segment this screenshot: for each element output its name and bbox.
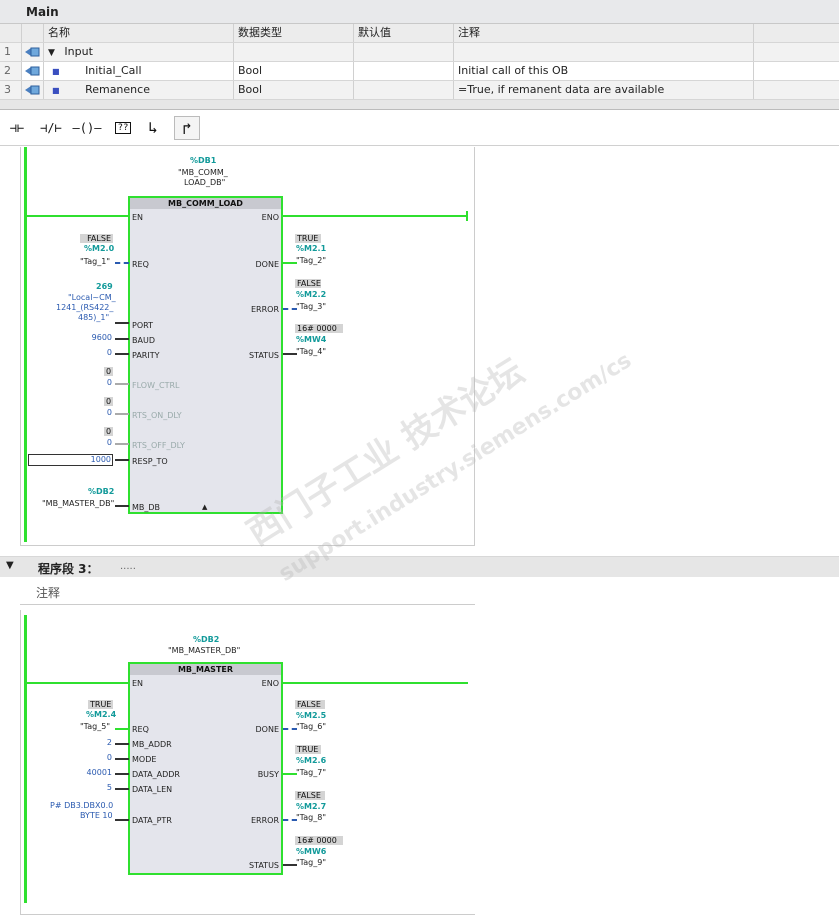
instance-db-name: "MB_MASTER_DB" (168, 646, 241, 655)
column-header-datatype[interactable]: 数据类型 (234, 24, 354, 42)
req-tag[interactable]: "Tag_5" (80, 722, 110, 731)
row-number: 1 (0, 43, 22, 61)
table-header-row: 名称 数据类型 默认值 注释 (0, 24, 839, 43)
block-title: Main (26, 5, 59, 19)
empty-box-button[interactable]: ?? (110, 116, 136, 140)
table-row[interactable]: 2 ■ Initial_Call Bool ≣ Initial call of … (0, 62, 839, 140)
network-3-header[interactable]: ▼ 程序段 3： ..... (0, 556, 839, 577)
mb-db-tag[interactable]: "MB_MASTER_DB" (42, 499, 114, 508)
row-number: 3 (0, 81, 22, 99)
interface-icon (25, 47, 40, 57)
done-tag[interactable]: "Tag_2" (296, 256, 326, 265)
close-branch-button[interactable]: ↱ (174, 116, 200, 140)
power-rail (24, 615, 27, 903)
block-title: MB_COMM_LOAD (130, 198, 281, 209)
parameter-comment[interactable]: =True, if remanent data are available (454, 81, 754, 99)
column-header-default[interactable]: 默认值 (354, 24, 454, 42)
done-tag[interactable]: "Tag_6" (296, 722, 326, 731)
mb-comm-load-block[interactable]: MB_COMM_LOAD EN ENO REQ PORT BAUD PARITY… (128, 196, 283, 514)
parameter-type[interactable]: Bool (234, 62, 354, 80)
mb-db-address: %DB2 (88, 487, 115, 496)
nc-contact-button[interactable]: ⊣/⊢ (38, 116, 64, 140)
power-rail (24, 147, 27, 542)
instance-db-address: %DB1 (190, 156, 217, 165)
coil-button[interactable]: –()– (72, 116, 102, 140)
status-tag[interactable]: "Tag_9" (296, 858, 326, 867)
block-interface-header: Main (0, 0, 839, 24)
row-number: 2 (0, 62, 22, 80)
parameter-name[interactable]: Remanence (85, 83, 150, 96)
collapse-triangle-icon[interactable]: ▼ (6, 560, 14, 571)
block-title: MB_MASTER (130, 664, 281, 675)
interface-icon (25, 66, 40, 76)
interface-icon (25, 85, 40, 95)
busy-tag[interactable]: "Tag_7" (296, 768, 326, 777)
status-tag[interactable]: "Tag_4" (296, 347, 326, 356)
splitter-bar[interactable] (0, 100, 839, 110)
error-tag[interactable]: "Tag_3" (296, 302, 326, 311)
parameter-comment[interactable]: Initial call of this OB (454, 62, 754, 80)
parameter-name[interactable]: Initial_Call (85, 64, 141, 77)
instance-db-name: "MB_COMM_ (178, 168, 228, 177)
network-comment[interactable]: 注释 (20, 580, 475, 605)
collapse-arrow-icon[interactable]: ▲ (202, 503, 207, 511)
column-header-name[interactable]: 名称 (44, 24, 234, 42)
open-branch-button[interactable]: ↳ (140, 116, 166, 140)
column-header-comment[interactable]: 注释 (454, 24, 754, 42)
expand-triangle-icon[interactable]: ▼ (48, 48, 55, 58)
table-row[interactable]: 3 ■ Remanence Bool =True, if remanent da… (0, 81, 839, 100)
ladder-toolbar: ⊣⊢ ⊣/⊢ –()– ?? ↳ ↱ (0, 110, 839, 146)
no-contact-button[interactable]: ⊣⊢ (4, 116, 30, 140)
parameter-type[interactable]: Bool (234, 81, 354, 99)
table-row[interactable]: 1 ▼ Input (0, 43, 839, 62)
resp-to-input[interactable]: 1000 (28, 454, 113, 466)
bullet-icon: ■ (52, 67, 60, 76)
section-name: Input (64, 45, 93, 58)
req-address: %M2.0 (84, 244, 115, 253)
error-tag[interactable]: "Tag_8" (296, 813, 326, 822)
mb-master-block[interactable]: MB_MASTER EN ENO REQ MB_ADDR MODE DATA_A… (128, 662, 283, 875)
req-tag[interactable]: "Tag_1" (80, 257, 110, 266)
bullet-icon: ■ (52, 86, 60, 95)
network-title: 程序段 3： (38, 562, 99, 576)
